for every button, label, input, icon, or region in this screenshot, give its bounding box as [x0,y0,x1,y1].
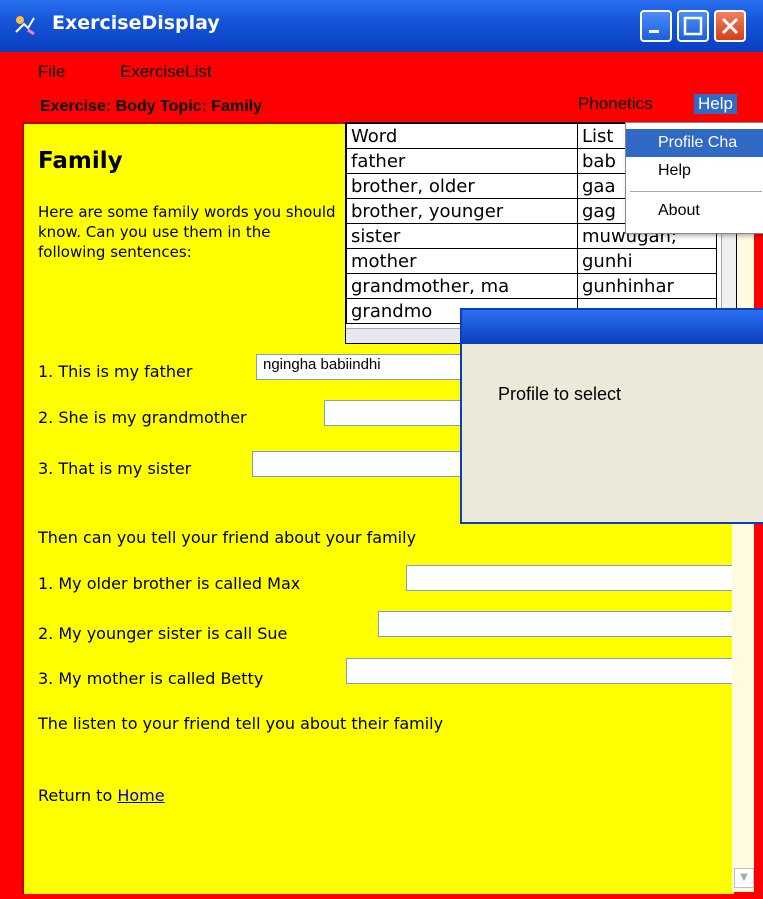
menu-item-about[interactable]: About [626,197,763,225]
dialog-title-bar[interactable] [462,310,763,344]
question-6-text: 3. My mother is called Betty [38,669,264,688]
question-4-text: 1. My older brother is called Max [38,574,301,593]
menu-bar: File ExerciseList [0,52,763,92]
minimize-button[interactable] [640,10,672,42]
intro-text: Here are some family words you should kn… [38,203,336,261]
exercise-bar: Exercise: Body Topic: Family Phonetics H… [0,92,763,120]
application-window: ExerciseDisplay File ExerciseList Exerci… [0,0,763,899]
table-row[interactable]: grandmother, ma gunhinhar [346,273,717,299]
title-bar[interactable]: ExerciseDisplay [0,0,763,52]
menu-item-profile-change[interactable]: Profile Cha [626,129,763,157]
answer-field-mother[interactable] [346,658,748,684]
table-cell: brother, younger [346,198,578,224]
table-cell: sister [346,223,578,249]
profile-dialog: Profile to select [460,308,763,524]
exercise-topic-label: Exercise: Body Topic: Family [40,98,262,115]
menu-help[interactable]: Help [694,94,737,114]
table-cell: gunhinhar [577,273,717,299]
question-1-text: 1. This is my father [38,362,193,381]
table-cell: gunhi [577,248,717,274]
minimize-icon [649,30,659,33]
close-button[interactable] [714,10,746,42]
window-title: ExerciseDisplay [52,12,220,34]
table-cell: brother, older [346,173,578,199]
table-header-word: Word [346,123,578,149]
close-icon [721,17,739,35]
app-icon [15,16,35,36]
menu-exercise-list[interactable]: ExerciseList [120,62,212,82]
section-2-text: Then can you tell your friend about your… [38,528,417,547]
answer-field-older-brother[interactable] [406,565,748,591]
scroll-down-icon[interactable]: ▼ [734,868,754,888]
answer-field-sister[interactable] [252,451,472,477]
answer-field-younger-sister[interactable] [378,611,748,637]
table-row[interactable]: mother gunhi [346,248,717,274]
listen-text: The listen to your friend tell you about… [38,714,444,733]
menu-item-help[interactable]: Help [626,157,763,185]
page-title: Family [38,148,123,174]
table-cell: mother [346,248,578,274]
table-cell: father [346,148,578,174]
answer-field-grandmother[interactable] [324,400,474,426]
menu-file[interactable]: File [38,62,65,82]
question-5-text: 2. My younger sister is call Sue [38,624,288,643]
question-3-text: 3. That is my sister [38,459,192,478]
menu-separator [630,191,762,192]
maximize-button[interactable] [677,10,709,42]
home-link[interactable]: Home [117,786,164,805]
table-cell: grandmother, ma [346,273,578,299]
maximize-icon [683,16,703,36]
answer-field-father[interactable]: ngingha babiindhi [256,354,476,380]
help-dropdown-menu: Profile Cha Help About [625,122,763,234]
menu-phonetics[interactable]: Phonetics [574,94,657,114]
dialog-message: Profile to select [498,384,622,404]
return-prefix: Return to [38,786,113,805]
question-2-text: 2. She is my grandmother [38,408,247,427]
return-line: Return to Home [38,786,165,805]
